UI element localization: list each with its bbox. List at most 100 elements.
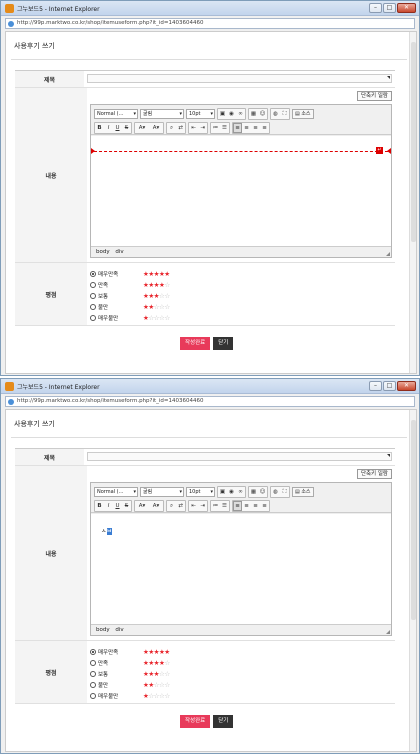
flash-icon[interactable]: ◉ (227, 109, 236, 119)
align-left-icon[interactable]: ≡ (233, 123, 242, 133)
editor-area[interactable]: ↵ (91, 136, 391, 247)
address-bar[interactable]: http://99p.marktwo.co.kr/shop/itemusefor… (5, 18, 415, 29)
bullet-list-icon[interactable]: ☰ (220, 123, 229, 133)
format-select[interactable]: Normal (... (94, 487, 138, 497)
align-left-icon[interactable]: ≡ (233, 501, 242, 511)
strike-button[interactable]: S (122, 123, 131, 133)
size-select[interactable]: 10pt (186, 487, 215, 497)
rating-option[interactable]: 보통 ★★★☆☆ (90, 290, 170, 301)
close-window-button[interactable]: ✕ (397, 3, 416, 13)
rating-option[interactable]: 매우불만 ★☆☆☆☆ (90, 312, 170, 323)
scrollbar-thumb[interactable] (411, 42, 416, 242)
strike-button[interactable]: S (122, 501, 131, 511)
indent-icon[interactable]: ⇥ (198, 501, 207, 511)
rating-option[interactable]: 매우만족 ★★★★★ (90, 646, 170, 657)
link-icon[interactable]: ∞ (236, 487, 245, 497)
rating-radio[interactable] (90, 281, 96, 288)
rating-radio[interactable] (90, 692, 96, 699)
subject-input[interactable] (87, 452, 392, 461)
outdent-icon[interactable]: ⇤ (189, 501, 198, 511)
shortcut-list-button[interactable]: 단축키 일람 (356, 91, 392, 101)
flash-icon[interactable]: ◉ (227, 487, 236, 497)
align-justify-icon[interactable]: ≡ (260, 501, 269, 511)
text-color-icon[interactable]: A▾ (135, 123, 149, 133)
font-select[interactable]: 굴림 (140, 109, 184, 119)
preview-icon[interactable]: ◍ (271, 487, 280, 497)
rating-radio[interactable] (90, 314, 96, 321)
rating-option[interactable]: 보통 ★★★☆☆ (90, 668, 170, 679)
bold-button[interactable]: B (95, 501, 104, 511)
align-center-icon[interactable]: ≡ (242, 501, 251, 511)
link-icon[interactable]: ∞ (236, 109, 245, 119)
address-bar[interactable]: http://99p.marktwo.co.kr/shop/itemusefor… (5, 396, 415, 407)
replace-icon[interactable]: ⇄ (176, 501, 185, 511)
align-right-icon[interactable]: ≡ (251, 123, 260, 133)
replace-icon[interactable]: ⇄ (176, 123, 185, 133)
title-bar[interactable]: 그누보드5 - Internet Explorer – □ ✕ (1, 379, 419, 394)
italic-button[interactable]: I (104, 501, 113, 511)
rating-radio[interactable] (90, 292, 96, 299)
close-button[interactable]: 닫기 (213, 715, 234, 728)
underline-button[interactable]: U (113, 501, 122, 511)
text-color-icon[interactable]: A▾ (135, 501, 149, 511)
minimize-button[interactable]: – (369, 3, 382, 13)
rating-radio[interactable] (90, 659, 96, 666)
maximize-button[interactable]: □ (383, 3, 396, 13)
bold-button[interactable]: B (95, 123, 104, 133)
underline-button[interactable]: U (113, 123, 122, 133)
rating-radio[interactable] (90, 303, 96, 310)
bg-color-icon[interactable]: A▾ (149, 501, 163, 511)
editor-area[interactable]: ㅅㅂ (91, 514, 391, 625)
title-bar[interactable]: 그누보드5 - Internet Explorer – □ ✕ (1, 1, 419, 16)
align-justify-icon[interactable]: ≡ (260, 123, 269, 133)
smiley-icon[interactable]: ☺ (258, 109, 267, 119)
table-icon[interactable]: ▦ (249, 487, 258, 497)
submit-button[interactable]: 작성완료 (180, 337, 211, 350)
ordered-list-icon[interactable]: ≔ (211, 123, 220, 133)
subject-input[interactable] (87, 74, 392, 83)
rating-radio[interactable] (90, 681, 96, 688)
smiley-icon[interactable]: ☺ (258, 487, 267, 497)
scrollbar[interactable] (409, 32, 416, 373)
image-icon[interactable]: ▣ (218, 109, 227, 119)
source-button[interactable]: ▤ 소스 (292, 109, 314, 119)
italic-button[interactable]: I (104, 123, 113, 133)
maximize-button[interactable]: □ (383, 381, 396, 391)
close-window-button[interactable]: ✕ (397, 381, 416, 391)
rating-radio[interactable] (90, 648, 96, 655)
rating-radio[interactable] (90, 670, 96, 677)
maximize-icon[interactable]: ⛶ (280, 487, 289, 497)
find-icon[interactable]: ⌕ (167, 123, 176, 133)
table-icon[interactable]: ▦ (249, 109, 258, 119)
source-button[interactable]: ▤ 소스 (292, 487, 314, 497)
align-right-icon[interactable]: ≡ (251, 501, 260, 511)
rating-option[interactable]: 불만 ★★☆☆☆ (90, 679, 170, 690)
rating-option[interactable]: 매우만족 ★★★★★ (90, 268, 170, 279)
format-select[interactable]: Normal (... (94, 109, 138, 119)
image-icon[interactable]: ▣ (218, 487, 227, 497)
scrollbar[interactable] (409, 410, 416, 751)
preview-icon[interactable]: ◍ (271, 109, 280, 119)
scrollbar-thumb[interactable] (411, 420, 416, 620)
rating-radio[interactable] (90, 270, 96, 277)
minimize-button[interactable]: – (369, 381, 382, 391)
outdent-icon[interactable]: ⇤ (189, 123, 198, 133)
font-select[interactable]: 굴림 (140, 487, 184, 497)
bullet-list-icon[interactable]: ☰ (220, 501, 229, 511)
rating-option[interactable]: 만족 ★★★★☆ (90, 279, 170, 290)
indent-icon[interactable]: ⇥ (198, 123, 207, 133)
rich-text-editor: Normal (... 굴림 10pt ▣ ◉ ∞ ▦ (90, 482, 392, 636)
rating-option[interactable]: 불만 ★★☆☆☆ (90, 301, 170, 312)
maximize-icon[interactable]: ⛶ (280, 109, 289, 119)
close-button[interactable]: 닫기 (213, 337, 234, 350)
star-rating-icon: ★☆☆☆☆ (143, 313, 170, 322)
find-icon[interactable]: ⌕ (167, 501, 176, 511)
submit-button[interactable]: 작성완료 (180, 715, 211, 728)
rating-option[interactable]: 만족 ★★★★☆ (90, 657, 170, 668)
align-center-icon[interactable]: ≡ (242, 123, 251, 133)
size-select[interactable]: 10pt (186, 109, 215, 119)
bg-color-icon[interactable]: A▾ (149, 123, 163, 133)
ordered-list-icon[interactable]: ≔ (211, 501, 220, 511)
shortcut-list-button[interactable]: 단축키 일람 (356, 469, 392, 479)
rating-option[interactable]: 매우불만 ★☆☆☆☆ (90, 690, 170, 701)
